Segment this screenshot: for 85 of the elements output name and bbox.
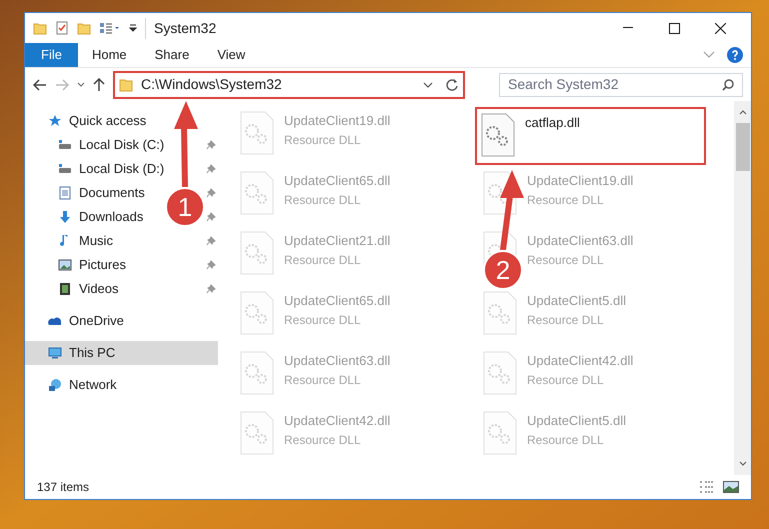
list-view-icon[interactable] [99,21,121,35]
drive-icon [57,162,73,176]
file-name: UpdateClient21.dll [284,232,390,250]
picture-icon [57,258,73,272]
minimize-icon [623,27,633,29]
file-type: Resource DLL [527,312,605,328]
address-path: C:\Windows\System32 [141,75,282,94]
sidebar-label[interactable]: Downloads [79,207,144,227]
address-bar[interactable]: C:\Windows\System32 [113,70,465,98]
sidebar-label[interactable]: Local Disk (D:) [79,159,164,179]
folder-icon[interactable] [33,21,47,35]
maximize-icon [668,22,680,34]
back-arrow-icon[interactable] [33,78,47,90]
file-name: UpdateClient19.dll [527,172,634,190]
folder-icon [119,78,133,92]
search-input[interactable]: Search System32 [508,74,722,95]
sidebar-label[interactable]: Pictures [79,255,126,275]
new-folder-icon[interactable] [77,21,91,35]
item-count: 137 items [37,479,90,496]
close-icon [714,22,726,34]
recent-locations-icon[interactable] [77,82,85,88]
film-icon [57,282,73,296]
scroll-down-icon[interactable] [738,461,746,467]
search-field[interactable]: Search System32 [499,72,743,96]
pin-icon[interactable] [206,164,216,174]
drive-icon [57,138,73,152]
sidebar-label[interactable]: Documents [79,183,145,203]
help-icon[interactable] [727,47,743,63]
scrollbar-thumb[interactable] [736,123,750,171]
globe-icon [47,378,63,392]
ribbon-tab[interactable]: File [25,43,78,67]
pin-icon[interactable] [206,188,216,198]
refresh-icon[interactable] [445,78,459,92]
file-name: UpdateClient65.dll [284,292,390,310]
scroll-up-icon[interactable] [738,109,746,115]
file-type: Resource DLL [527,192,605,208]
file-name: UpdateClient5.dll [527,292,626,310]
scrollbar[interactable] [734,101,751,475]
monitor-icon [47,346,63,360]
selected-sidebar-item[interactable]: This PC [25,341,218,365]
sidebar-label[interactable]: Quick access [69,111,146,131]
file-type: Resource DLL [284,372,362,388]
dropdown-icon[interactable] [129,23,137,33]
sidebar-label[interactable]: Network [69,375,117,395]
file-name: UpdateClient63.dll [527,232,634,250]
file-name: UpdateClient5.dll [527,412,626,430]
file-type: Resource DLL [284,192,362,208]
sidebar-label[interactable]: Local Disk (C:) [79,135,164,155]
down-arrow-icon [57,210,73,224]
file-name: UpdateClient63.dll [284,352,390,370]
thumbnail-view-icon[interactable] [723,480,739,494]
file-type: Resource DLL [284,432,362,448]
window-title: System32 [145,18,216,38]
pin-icon[interactable] [206,260,216,270]
file-type: Resource DLL [284,132,362,148]
sidebar-label[interactable]: Videos [79,279,119,299]
file-name: UpdateClient42.dll [284,412,390,430]
pin-icon[interactable] [206,236,216,246]
file-type: Resource DLL [527,372,605,388]
pin-icon[interactable] [206,140,216,150]
file-type: Resource DLL [284,252,362,268]
pin-icon[interactable] [206,284,216,294]
file-type: Resource DLL [527,432,605,448]
file-name: catflap.dll [525,114,580,132]
file-type: Resource DLL [527,252,605,268]
highlighted-file-item[interactable]: catflap.dll [475,107,706,165]
up-arrow-icon[interactable] [93,78,105,92]
sidebar-label[interactable]: OneDrive [69,311,124,331]
file-name: UpdateClient19.dll [284,112,390,130]
properties-icon[interactable] [55,21,69,35]
ribbon-tab[interactable]: Home [78,43,141,67]
ribbon-tab[interactable]: View [203,43,260,67]
file-name: UpdateClient42.dll [527,352,634,370]
ribbon-tab[interactable]: Share [140,43,204,67]
search-icon [722,78,734,90]
pin-icon[interactable] [206,212,216,222]
chevron-down-icon[interactable] [703,51,715,59]
sidebar-label: This PC [69,344,116,362]
star-icon [47,114,63,128]
dropdown-chevron-icon[interactable] [423,82,433,88]
file-name: UpdateClient65.dll [284,172,390,190]
file-type: Resource DLL [284,312,362,328]
sidebar-label[interactable]: Music [79,231,113,251]
document-icon [57,186,73,200]
details-view-icon[interactable] [699,480,715,494]
